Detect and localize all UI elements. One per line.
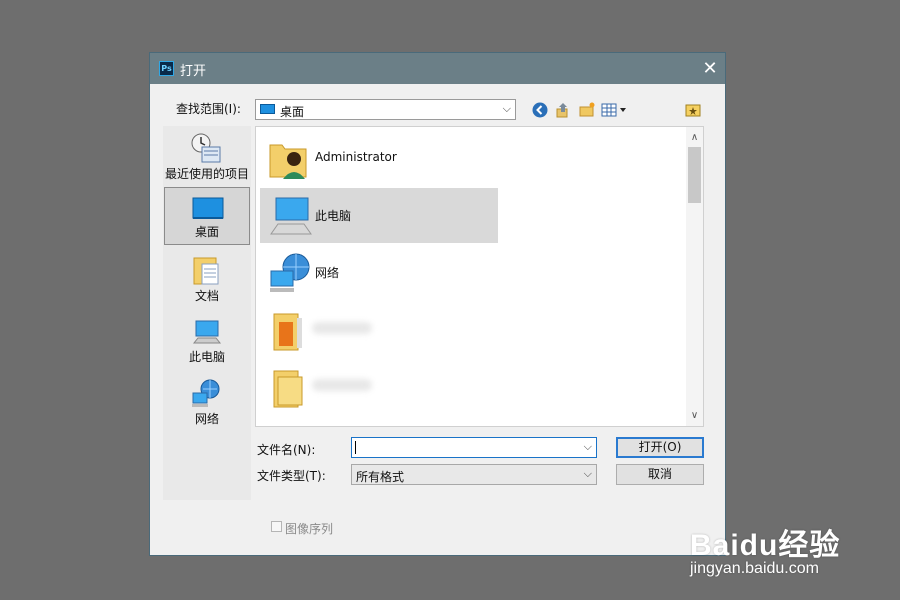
new-folder-icon[interactable]	[578, 101, 596, 119]
title-bar: Ps 打开 ✕	[150, 53, 725, 84]
chevron-down-icon: ⌵	[583, 467, 592, 480]
view-menu-icon[interactable]	[601, 101, 629, 119]
watermark-logo: Baidu经验	[690, 529, 841, 562]
documents-icon	[193, 257, 219, 285]
file-name: 此电脑	[315, 209, 352, 223]
text-caret	[355, 441, 356, 454]
desktop-icon	[192, 197, 224, 219]
up-folder-icon[interactable]	[554, 101, 572, 119]
watermark-url: jingyan.baidu.com	[690, 560, 819, 577]
place-desktop[interactable]: 桌面	[164, 187, 250, 245]
list-item[interactable]: 网络	[260, 245, 498, 300]
back-icon[interactable]	[531, 101, 549, 119]
places-bar: 最近使用的项目 桌面 文档 此电脑 网络	[163, 126, 251, 500]
user-folder-icon	[269, 144, 307, 179]
look-in-label: 查找范围(I):	[176, 102, 241, 116]
look-in-value: 桌面	[280, 105, 305, 119]
list-item[interactable]	[260, 359, 498, 414]
filetype-label: 文件类型(T):	[257, 469, 326, 483]
place-documents[interactable]: 文档	[164, 250, 250, 308]
place-this-pc[interactable]: 此电脑	[164, 311, 250, 369]
place-label: 最近使用的项目	[164, 167, 249, 181]
filename-input[interactable]: ⌵	[351, 437, 597, 458]
computer-icon	[270, 197, 312, 235]
this-pc-icon	[192, 320, 222, 344]
blurred-file-name	[312, 379, 372, 391]
recent-items-icon	[191, 133, 221, 163]
chevron-down-icon: ⌵	[502, 102, 511, 115]
filetype-select[interactable]: 所有格式 ⌵	[351, 464, 597, 485]
scroll-down-icon[interactable]: ∨	[686, 407, 703, 424]
list-item[interactable]	[260, 416, 498, 427]
dialog-title: 打开	[180, 64, 207, 79]
close-icon: ✕	[702, 58, 718, 79]
open-dialog: Ps 打开 ✕ 查找范围(I): 桌面 ⌵ 最近使用的项目 桌面 文档 此电脑 …	[149, 52, 726, 556]
close-button[interactable]: ✕	[695, 53, 725, 84]
network-icon	[192, 379, 220, 407]
image-sequence-label: 图像序列	[285, 522, 334, 536]
photoshop-logo-icon: Ps	[159, 61, 174, 76]
scroll-thumb[interactable]	[688, 147, 701, 203]
folder-icon	[268, 422, 310, 427]
list-item[interactable]: 此电脑	[260, 188, 498, 243]
place-recent-items[interactable]: 最近使用的项目	[164, 128, 250, 186]
file-name: Administrator	[315, 150, 397, 164]
chevron-down-icon[interactable]: ⌵	[584, 440, 592, 454]
place-label: 此电脑	[188, 350, 225, 364]
filename-label: 文件名(N):	[257, 443, 316, 457]
app-folder-icon	[273, 313, 302, 351]
list-item[interactable]	[260, 302, 498, 357]
desktop-icon	[260, 104, 275, 114]
scroll-up-icon[interactable]: ∧	[686, 129, 703, 146]
file-list[interactable]: Administrator 此电脑 网络 ∧ ∨	[255, 126, 704, 427]
baidu-watermark: Baidu经验 jingyan.baidu.com	[690, 500, 890, 590]
favorites-icon[interactable]	[684, 101, 702, 119]
network-icon	[270, 253, 310, 292]
open-button[interactable]: 打开(O)	[616, 437, 704, 458]
place-label: 桌面	[194, 225, 219, 239]
blurred-file-name	[312, 322, 372, 334]
place-label: 网络	[194, 412, 219, 426]
place-label: 文档	[194, 289, 219, 303]
file-name: 网络	[315, 266, 340, 280]
list-item[interactable]: Administrator	[260, 131, 498, 186]
filetype-value: 所有格式	[356, 470, 405, 484]
vertical-scrollbar[interactable]: ∧ ∨	[686, 127, 703, 426]
cancel-button[interactable]: 取消	[616, 464, 704, 485]
place-network[interactable]: 网络	[164, 373, 250, 431]
image-sequence-checkbox[interactable]	[271, 521, 282, 532]
look-in-dropdown[interactable]: 桌面 ⌵	[255, 99, 516, 120]
folder-icon	[273, 370, 303, 408]
